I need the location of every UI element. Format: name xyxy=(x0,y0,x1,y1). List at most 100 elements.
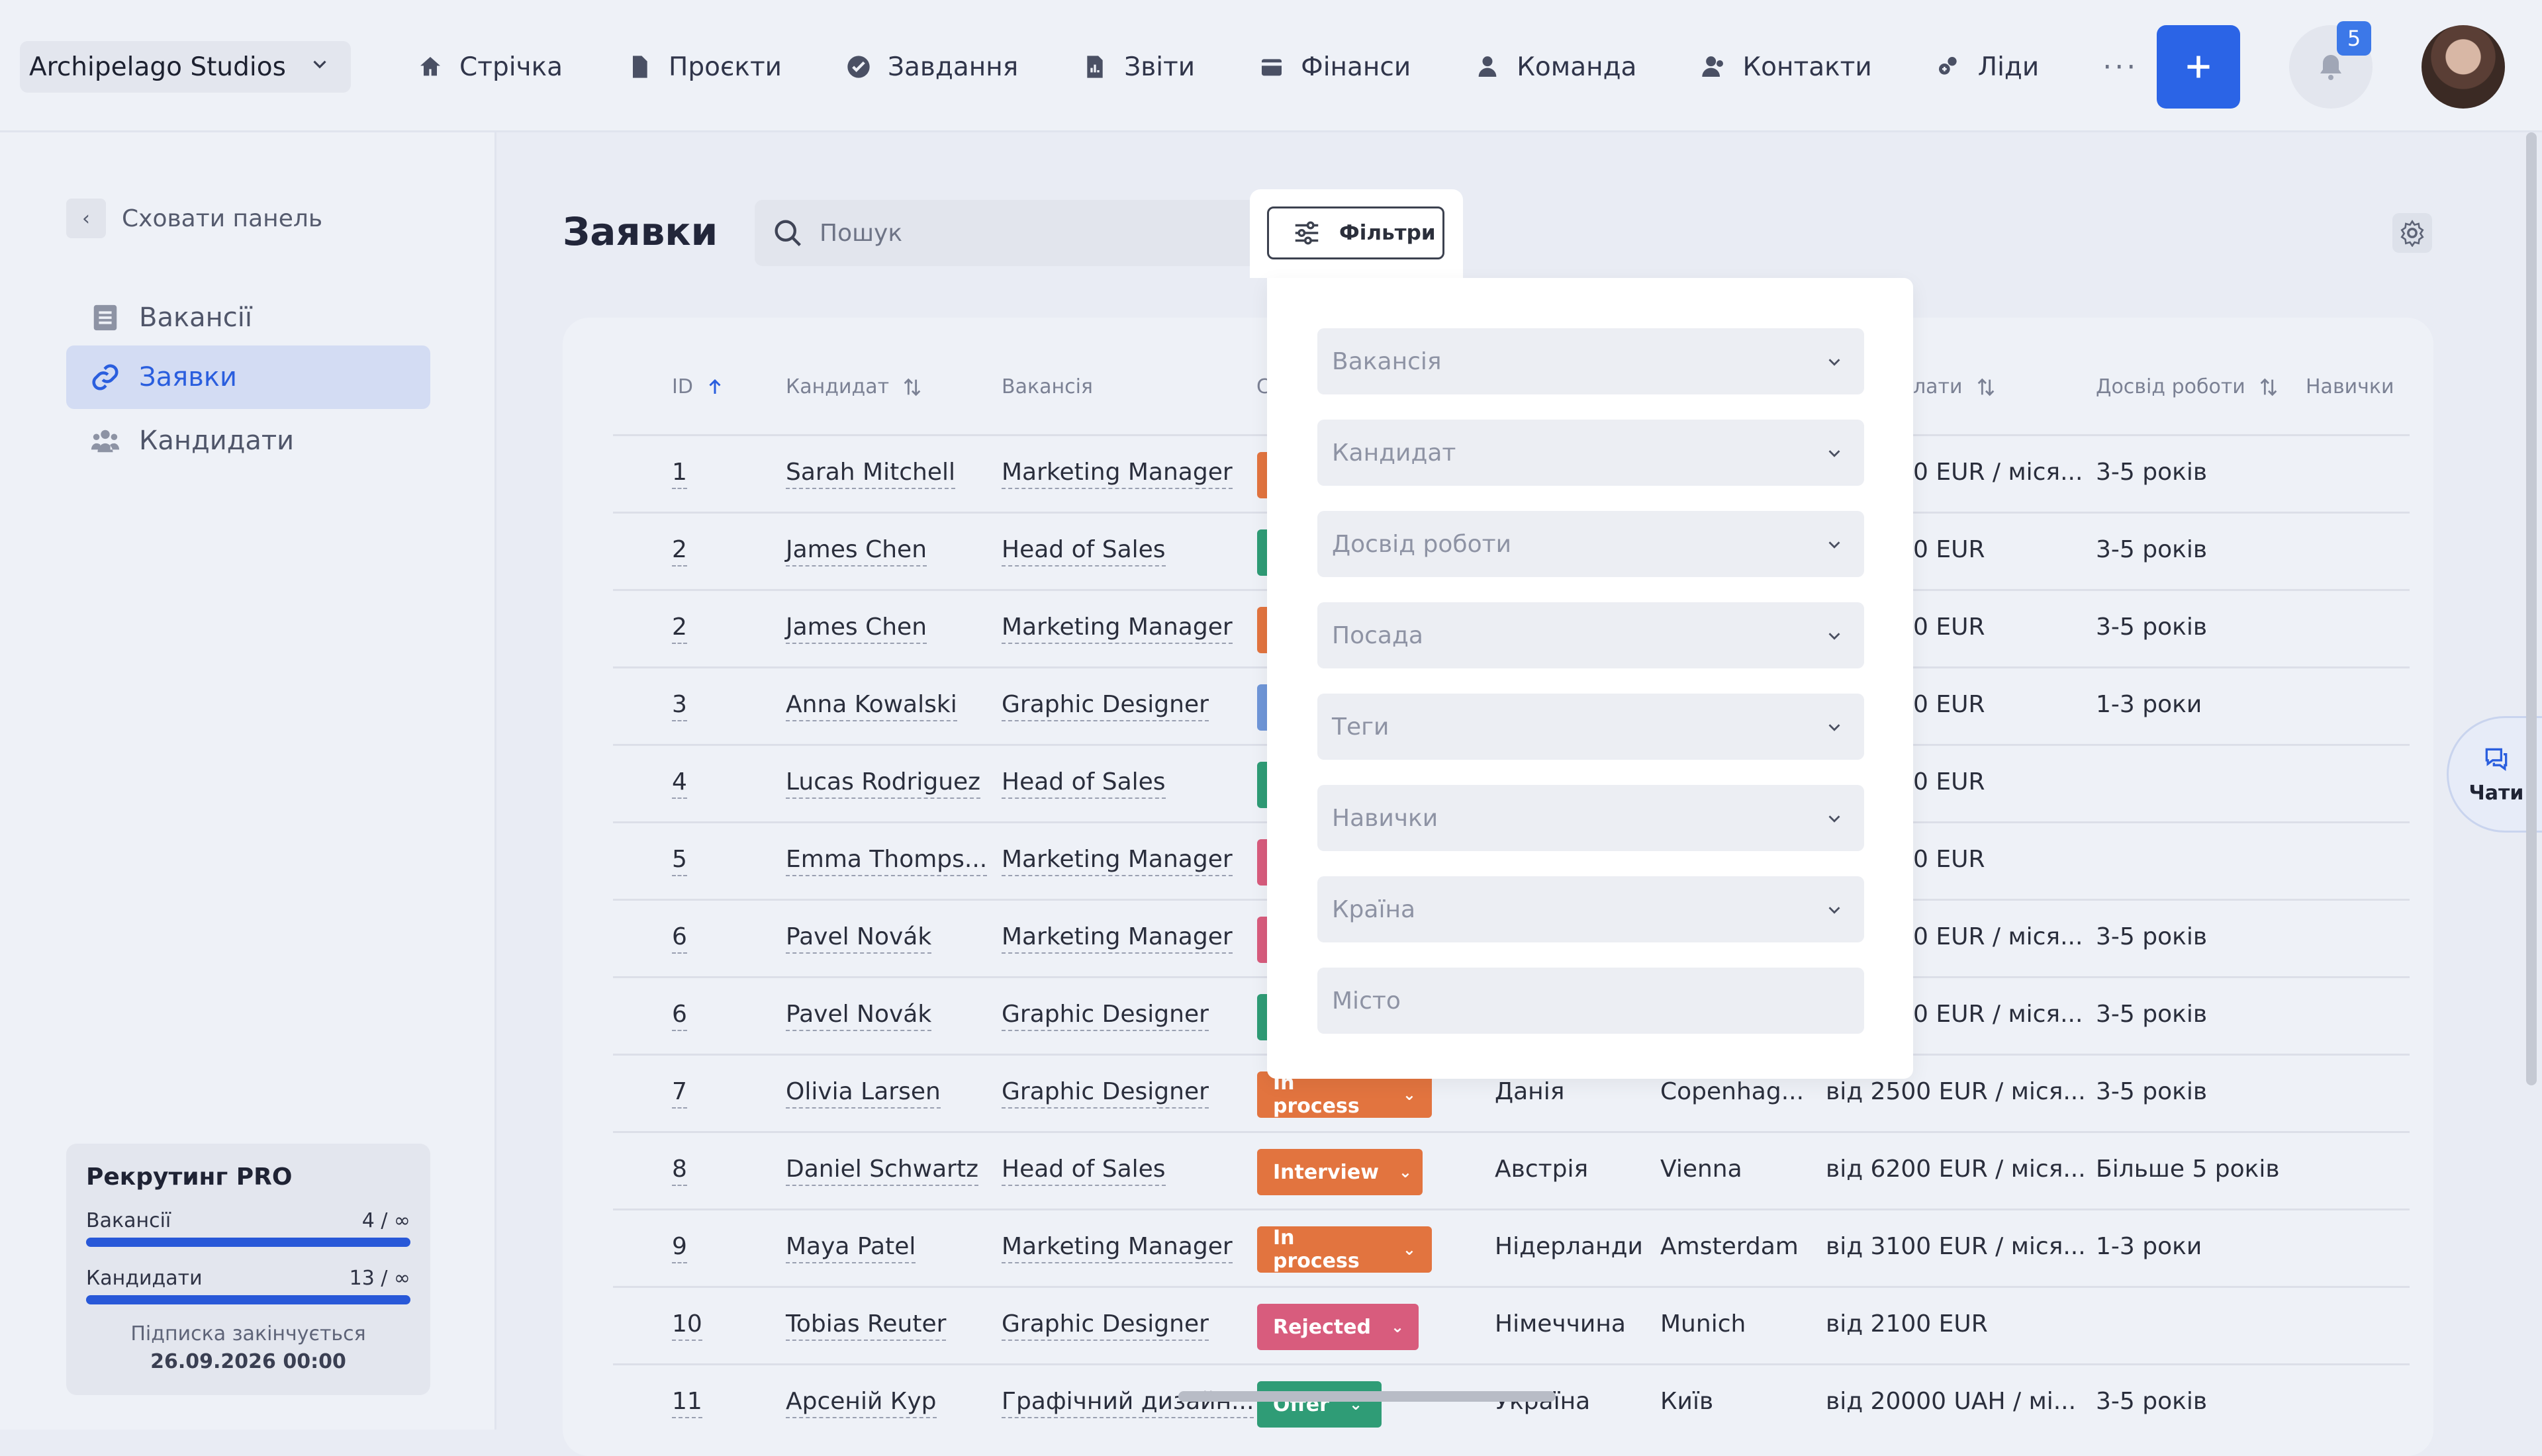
add-button[interactable] xyxy=(2157,25,2240,109)
nav-item-team[interactable]: Команда xyxy=(1474,52,1636,82)
more-menu-icon[interactable]: ··· xyxy=(2102,50,2138,84)
cell-city: Amsterdam xyxy=(1660,1233,1799,1260)
nav-item-tasks[interactable]: Завдання xyxy=(845,52,1018,82)
filter-placeholder: Посада xyxy=(1332,621,1423,649)
status-badge[interactable]: Rejected ⌄ xyxy=(1257,1304,1419,1350)
filter-country-select[interactable]: Країна xyxy=(1317,876,1864,942)
cell-id[interactable]: 2 xyxy=(672,536,687,567)
status-badge[interactable]: In process ⌄ xyxy=(1257,1226,1432,1273)
cell-vacancy[interactable]: Graphic Designer xyxy=(1002,691,1209,721)
cell-candidate[interactable]: Olivia Larsen xyxy=(786,1078,941,1109)
cell-vacancy[interactable]: Graphic Designer xyxy=(1002,1310,1209,1341)
cell-country: Австрія xyxy=(1495,1156,1589,1183)
sidebar-item-applications[interactable]: Заявки xyxy=(66,345,430,409)
header-label: Вакансія xyxy=(1002,375,1093,398)
filters-button[interactable]: Фільтри xyxy=(1267,206,1444,259)
cell-vacancy[interactable]: Graphic Designer xyxy=(1002,1078,1209,1109)
cell-candidate[interactable]: Pavel Novák xyxy=(786,923,932,954)
header-id[interactable]: ID xyxy=(672,375,725,398)
cell-candidate[interactable]: Emma Thomps... xyxy=(786,846,988,876)
cell-candidate[interactable]: Maya Patel xyxy=(786,1233,916,1263)
cell-candidate[interactable]: Daniel Schwartz xyxy=(786,1156,978,1186)
nav-item-finance[interactable]: Фінанси xyxy=(1258,52,1411,82)
cell-vacancy[interactable]: Marketing Manager xyxy=(1002,846,1233,876)
filter-candidate-select[interactable]: Кандидат xyxy=(1317,420,1864,486)
candidates-progress-bar xyxy=(86,1295,410,1304)
table-row[interactable]: 9 Maya Patel Marketing Manager In proces… xyxy=(613,1208,2410,1288)
header-vacancy[interactable]: Вакансія xyxy=(1002,375,1093,398)
cell-vacancy[interactable]: Marketing Manager xyxy=(1002,459,1233,489)
hide-panel-button[interactable]: ‹ Сховати панель xyxy=(66,199,322,238)
header-salary[interactable]: лати xyxy=(1913,375,1997,398)
header-skills[interactable]: Навички xyxy=(2306,375,2394,398)
cell-candidate[interactable]: Anna Kowalski xyxy=(786,691,957,721)
cell-experience: 3-5 років xyxy=(2096,1001,2208,1028)
nav-item-contacts[interactable]: Контакти xyxy=(1700,52,1872,82)
cell-id[interactable]: 5 xyxy=(672,846,687,876)
nav-item-reports[interactable]: Звіти xyxy=(1082,52,1195,82)
nav-item-feed[interactable]: Стрічка xyxy=(417,52,563,82)
status-badge[interactable]: Offer ⌄ xyxy=(1257,1381,1382,1428)
cell-candidate[interactable]: Арсеній Кур xyxy=(786,1388,937,1418)
cell-vacancy[interactable]: Marketing Manager xyxy=(1002,1233,1233,1263)
sidebar-item-candidates[interactable]: Кандидати xyxy=(66,409,430,473)
header-candidate[interactable]: Кандидат xyxy=(786,375,923,398)
cell-id[interactable]: 8 xyxy=(672,1156,687,1186)
nav-label: Завдання xyxy=(888,52,1019,82)
chevron-down-icon xyxy=(1828,541,1840,549)
chat-label: Чати xyxy=(2469,781,2524,805)
company-switcher[interactable]: Archipelago Studios xyxy=(20,41,351,93)
link-icon xyxy=(92,364,118,390)
cell-vacancy[interactable]: Marketing Manager xyxy=(1002,923,1233,954)
cell-vacancy[interactable]: Head of Sales xyxy=(1002,1156,1166,1186)
cell-candidate[interactable]: Pavel Novák xyxy=(786,1001,932,1031)
cell-candidate[interactable]: James Chen xyxy=(786,536,927,567)
search-input[interactable]: Пошук xyxy=(755,200,1258,266)
cell-salary: 0 EUR xyxy=(1913,691,1985,718)
cell-experience: 3-5 років xyxy=(2096,459,2208,486)
filter-city-input[interactable]: Місто xyxy=(1317,968,1864,1034)
table-settings-button[interactable] xyxy=(2392,213,2432,253)
cell-vacancy[interactable]: Head of Sales xyxy=(1002,536,1166,567)
cell-candidate[interactable]: Tobias Reuter xyxy=(786,1310,947,1341)
sidebar-item-vacancies[interactable]: Вакансії xyxy=(66,286,430,349)
cell-city: Munich xyxy=(1660,1310,1746,1338)
cell-vacancy[interactable]: Graphic Designer xyxy=(1002,1001,1209,1031)
report-icon xyxy=(1087,56,1103,78)
cell-candidate[interactable]: Sarah Mitchell xyxy=(786,459,955,489)
cell-vacancy[interactable]: Marketing Manager xyxy=(1002,614,1233,644)
filter-tags-select[interactable]: Теги xyxy=(1317,694,1864,760)
cell-id[interactable]: 4 xyxy=(672,768,687,799)
filter-position-select[interactable]: Посада xyxy=(1317,602,1864,668)
table-row[interactable]: 11 Арсеній Кур Графічний дизайн... Offer… xyxy=(613,1363,2410,1443)
cell-id[interactable]: 11 xyxy=(672,1388,702,1418)
hide-panel-label: Сховати панель xyxy=(122,205,323,232)
filter-skills-select[interactable]: Навички xyxy=(1317,785,1864,851)
cell-experience: 3-5 років xyxy=(2096,614,2208,641)
cell-candidate[interactable]: Lucas Rodriguez xyxy=(786,768,981,799)
nav-item-leads[interactable]: Ліди xyxy=(1936,52,2039,82)
table-row[interactable]: 8 Daniel Schwartz Head of Sales Intervie… xyxy=(613,1131,2410,1210)
avatar[interactable] xyxy=(2422,25,2505,109)
nav-item-projects[interactable]: Проєкти xyxy=(626,52,782,82)
vertical-scrollbar[interactable] xyxy=(2526,132,2537,1085)
cell-id[interactable]: 3 xyxy=(672,691,687,721)
cell-vacancy[interactable]: Head of Sales xyxy=(1002,768,1166,799)
header-experience[interactable]: Досвід роботи xyxy=(2096,375,2280,398)
filter-experience-select[interactable]: Досвід роботи xyxy=(1317,511,1864,577)
cell-candidate[interactable]: James Chen xyxy=(786,614,927,644)
cell-id[interactable]: 1 xyxy=(672,459,687,489)
cell-salary: 0 EUR / міся... xyxy=(1913,923,2083,950)
cell-country: Нідерланди xyxy=(1495,1233,1643,1260)
cell-experience: 3-5 років xyxy=(2096,923,2208,950)
cell-id[interactable]: 7 xyxy=(672,1078,687,1109)
table-row[interactable]: 10 Tobias Reuter Graphic Designer Reject… xyxy=(613,1286,2410,1365)
status-badge[interactable]: Interview ⌄ xyxy=(1257,1149,1423,1195)
cell-id[interactable]: 6 xyxy=(672,1001,687,1031)
horizontal-scrollbar[interactable] xyxy=(1178,1391,1556,1402)
cell-id[interactable]: 10 xyxy=(672,1310,702,1341)
cell-id[interactable]: 2 xyxy=(672,614,687,644)
filter-vacancy-select[interactable]: Вакансія xyxy=(1317,328,1864,394)
cell-id[interactable]: 6 xyxy=(672,923,687,954)
cell-id[interactable]: 9 xyxy=(672,1233,687,1263)
